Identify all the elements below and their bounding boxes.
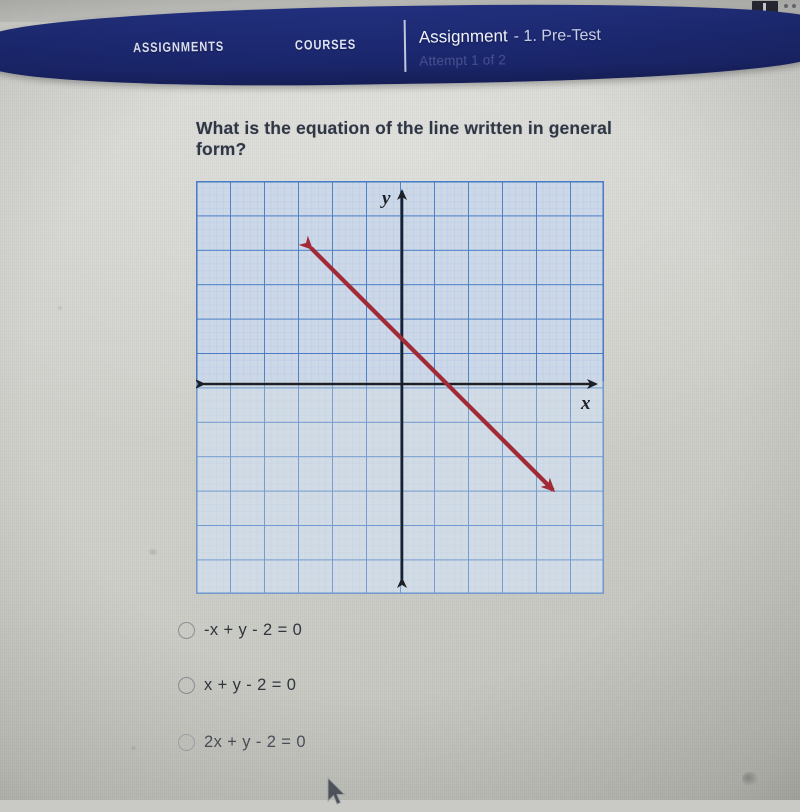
attempt-status: Attempt 1 of 2	[419, 52, 507, 69]
graph-svg: y x	[196, 181, 604, 594]
mouse-cursor-icon	[327, 776, 349, 807]
answer-option-label-2: 2x + y - 2 = 0	[204, 732, 306, 751]
radio-button-icon-1[interactable]	[178, 676, 195, 694]
assignment-title: Assignment	[418, 26, 508, 47]
top-navigation-bar: ASSIGNMENTS COURSES Assignment - 1. Pre-T…	[0, 0, 800, 91]
answer-option-1[interactable]: x + y - 2 = 0	[178, 673, 296, 697]
question-text: What is the equation of the line written…	[196, 118, 613, 159]
nav-divider	[403, 19, 407, 72]
answer-option-label-0: -x + y - 2 = 0	[204, 620, 303, 639]
y-axis-label: y	[380, 188, 391, 209]
radio-button-icon-2[interactable]	[178, 733, 195, 751]
radio-button-icon-0[interactable]	[178, 621, 195, 639]
answer-option-label-1: x + y - 2 = 0	[204, 675, 297, 694]
answer-option-0[interactable]: -x + y - 2 = 0	[178, 618, 302, 642]
graph-paper-tint	[196, 381, 604, 594]
coordinate-graph: y x	[196, 181, 604, 594]
nav-item-assignments[interactable]: ASSIGNMENTS	[133, 39, 224, 55]
nav-item-courses[interactable]: COURSES	[295, 37, 356, 53]
assignment-subtitle: - 1. Pre-Test	[513, 26, 601, 46]
x-axis-label: x	[580, 393, 591, 414]
assignment-heading: Assignment - 1. Pre-Test	[419, 25, 601, 48]
answer-option-2[interactable]: 2x + y - 2 = 0	[178, 730, 306, 754]
